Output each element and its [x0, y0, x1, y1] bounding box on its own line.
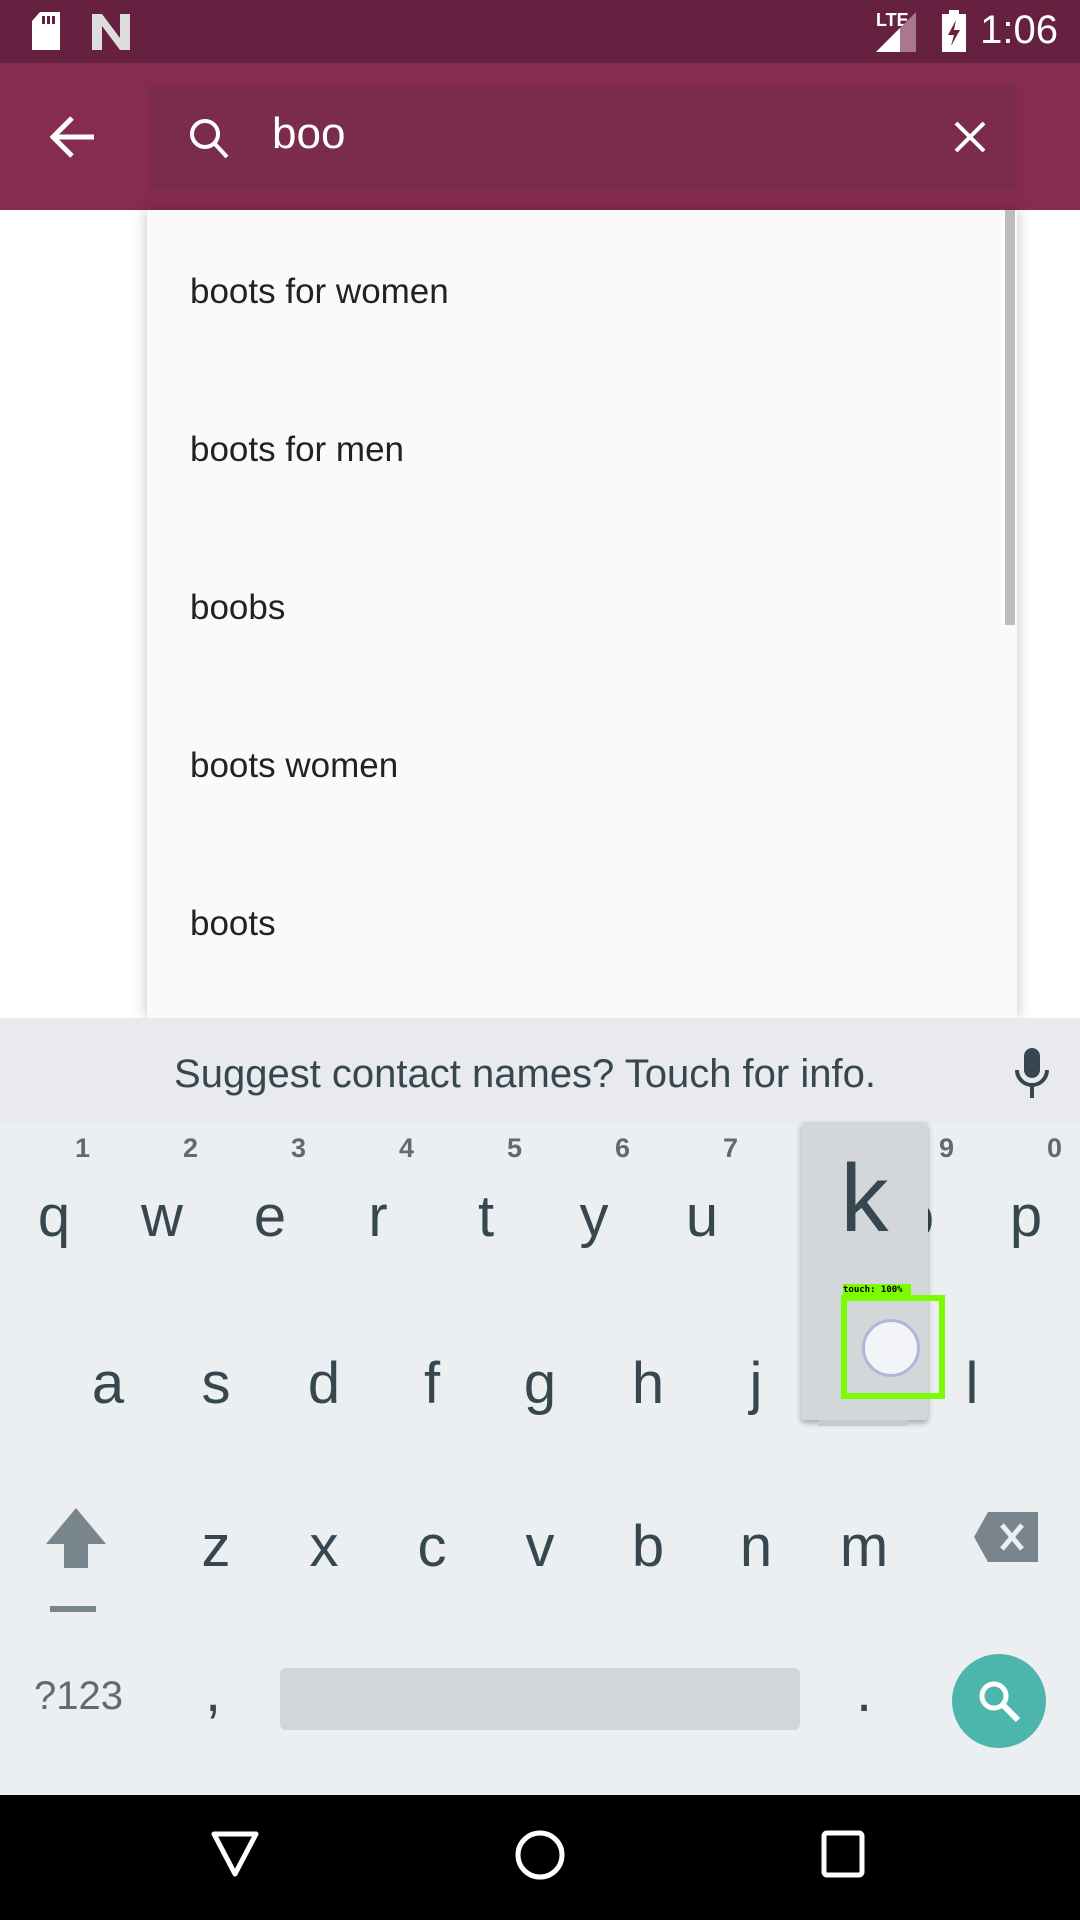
home-nav-icon[interactable] [514, 1829, 566, 1881]
key-y[interactable]: y6 [540, 1133, 648, 1293]
key-label: j [749, 1351, 763, 1416]
key-label: c [417, 1514, 447, 1579]
microphone-icon[interactable] [1013, 1048, 1051, 1100]
key-label: g [523, 1351, 557, 1416]
key-g[interactable]: g [486, 1300, 594, 1460]
key-b[interactable]: b [594, 1463, 702, 1623]
backspace-icon[interactable] [974, 1512, 1038, 1562]
key-preview-letter: k [840, 1145, 889, 1252]
clock: 1:06 [980, 8, 1058, 52]
search-toolbar: boo [0, 63, 1080, 210]
key-hint: 2 [182, 1133, 198, 1163]
key-t[interactable]: t5 [432, 1133, 540, 1293]
status-bar: LTE 1:06 [0, 0, 1080, 63]
suggestion-item[interactable]: boobs [190, 588, 285, 628]
key-w[interactable]: w2 [108, 1133, 216, 1293]
shift-icon[interactable] [44, 1508, 108, 1614]
key-label: f [423, 1351, 441, 1416]
key-hint: 0 [1046, 1133, 1062, 1163]
key-label: v [525, 1514, 555, 1579]
navigation-bar [0, 1795, 1080, 1920]
key-h[interactable]: h [594, 1300, 702, 1460]
key-label: r [368, 1184, 388, 1249]
search-key[interactable] [952, 1654, 1046, 1748]
key-x[interactable]: x [270, 1463, 378, 1623]
suggestion-item[interactable]: boots women [190, 746, 398, 786]
keyboard: Suggest contact names? Touch for info. q… [0, 1018, 1080, 1795]
key-v[interactable]: v [486, 1463, 594, 1623]
suggestion-item[interactable]: boots for women [190, 272, 449, 312]
key-label: w [141, 1184, 183, 1249]
key-c[interactable]: c [378, 1463, 486, 1623]
key-label: n [739, 1514, 773, 1579]
key-label: s [201, 1351, 231, 1416]
key-hint: 6 [614, 1133, 630, 1163]
search-icon [190, 119, 229, 159]
key-e[interactable]: e3 [216, 1133, 324, 1293]
key-a[interactable]: a [54, 1300, 162, 1460]
key-label: z [201, 1514, 231, 1579]
touch-point [862, 1319, 920, 1377]
symbols-key[interactable]: ?123 [34, 1674, 123, 1719]
key-s[interactable]: s [162, 1300, 270, 1460]
suggestion-item[interactable]: boots for men [190, 430, 404, 470]
key-z[interactable]: z [162, 1463, 270, 1623]
key-hint: 4 [398, 1133, 414, 1163]
search-icon [979, 1681, 1021, 1723]
space-bar[interactable] [280, 1668, 800, 1730]
key-label: e [253, 1184, 287, 1249]
key-hint: 9 [938, 1133, 954, 1163]
signal-icon [876, 12, 916, 52]
popup-shadow [818, 1420, 908, 1426]
suggestion-item[interactable]: boots [190, 904, 276, 944]
search-input[interactable]: boo [272, 109, 345, 159]
key-label: h [631, 1351, 665, 1416]
key-label: y [579, 1184, 609, 1249]
recents-nav-icon[interactable] [820, 1829, 866, 1879]
key-label: m [839, 1514, 889, 1579]
suggestion-strip[interactable]: Suggest contact names? Touch for info. [0, 1018, 1080, 1123]
key-label: q [37, 1184, 71, 1249]
n-notification-icon [92, 14, 130, 50]
key-label: a [91, 1351, 125, 1416]
key-f[interactable]: f [378, 1300, 486, 1460]
key-hint: 7 [722, 1133, 738, 1163]
close-icon[interactable] [954, 121, 986, 153]
key-p[interactable]: p0 [972, 1133, 1080, 1293]
battery-charging-icon [942, 10, 966, 52]
key-hint: 5 [506, 1133, 522, 1163]
key-n[interactable]: n [702, 1463, 810, 1623]
key-j[interactable]: j [702, 1300, 810, 1460]
key-label: p [1009, 1184, 1043, 1249]
back-nav-icon[interactable] [210, 1829, 260, 1879]
key-label: t [477, 1184, 495, 1249]
period-key[interactable]: . [856, 1658, 872, 1725]
suggestions-dropdown: boots for women boots for men boobs boot… [147, 210, 1017, 1018]
key-label: d [307, 1351, 341, 1416]
arrow-left-icon[interactable] [50, 115, 96, 159]
comma-key[interactable]: , [205, 1658, 221, 1725]
search-field[interactable]: boo [148, 85, 1017, 190]
key-m[interactable]: m [810, 1463, 918, 1623]
scrollbar[interactable] [1005, 210, 1015, 625]
key-d[interactable]: d [270, 1300, 378, 1460]
sd-card-icon [32, 12, 60, 50]
key-label: x [309, 1514, 339, 1579]
key-label: u [685, 1184, 719, 1249]
key-r[interactable]: r4 [324, 1133, 432, 1293]
contact-names-prompt[interactable]: Suggest contact names? Touch for info. [0, 1052, 1080, 1097]
key-hint: 1 [74, 1133, 90, 1163]
key-label: b [631, 1514, 665, 1579]
key-q[interactable]: q1 [0, 1133, 108, 1293]
key-hint: 3 [290, 1133, 306, 1163]
key-u[interactable]: u7 [648, 1133, 756, 1293]
